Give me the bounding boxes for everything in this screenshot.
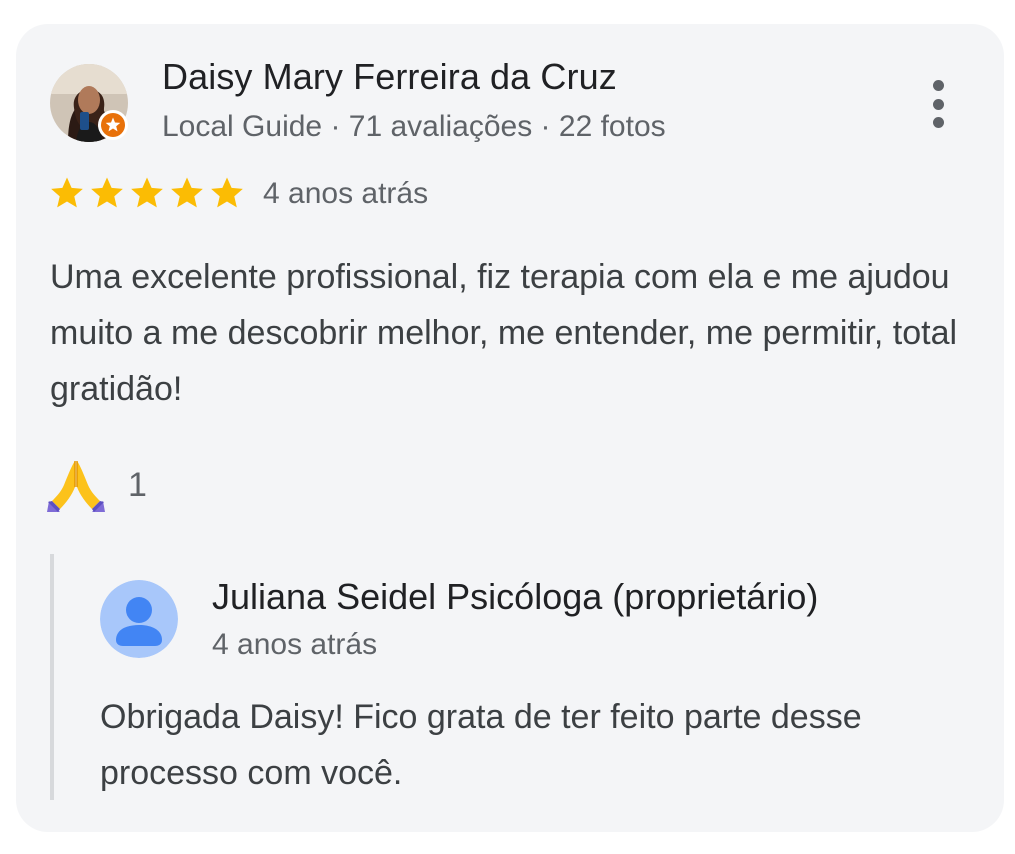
owner-reply-text: Obrigada Daisy! Fico grata de ter feito … [100, 698, 862, 792]
reaction-count: 1 [128, 465, 147, 504]
reply-divider [50, 554, 54, 800]
star-rating [48, 174, 246, 212]
more-vert-icon [932, 80, 944, 91]
reviewer-name[interactable]: Daisy Mary Ferreira da Cruz [162, 56, 617, 98]
star-icon [211, 177, 243, 208]
star-icon [131, 177, 163, 208]
more-options-button[interactable] [918, 74, 958, 134]
reaction-button[interactable]: 1 [46, 457, 147, 513]
owner-reply-date: 4 anos atrás [212, 628, 378, 661]
account-icon [100, 580, 178, 658]
folded-hands-icon [47, 461, 105, 512]
star-icon [91, 177, 123, 208]
star-icon [51, 177, 83, 208]
reviewer-meta: Local Guide · 71 avaliações · 22 fotos [162, 110, 666, 143]
review-date: 4 anos atrás [263, 177, 429, 210]
owner-avatar[interactable] [100, 580, 178, 658]
review-card: Daisy Mary Ferreira da Cruz Local Guide … [16, 24, 1004, 832]
review-text: Uma excelente profissional, fiz terapia … [50, 258, 958, 408]
star-icon [171, 177, 203, 208]
local-guide-badge-icon [98, 110, 128, 140]
owner-name: Juliana Seidel Psicóloga (proprietário) [212, 576, 819, 617]
